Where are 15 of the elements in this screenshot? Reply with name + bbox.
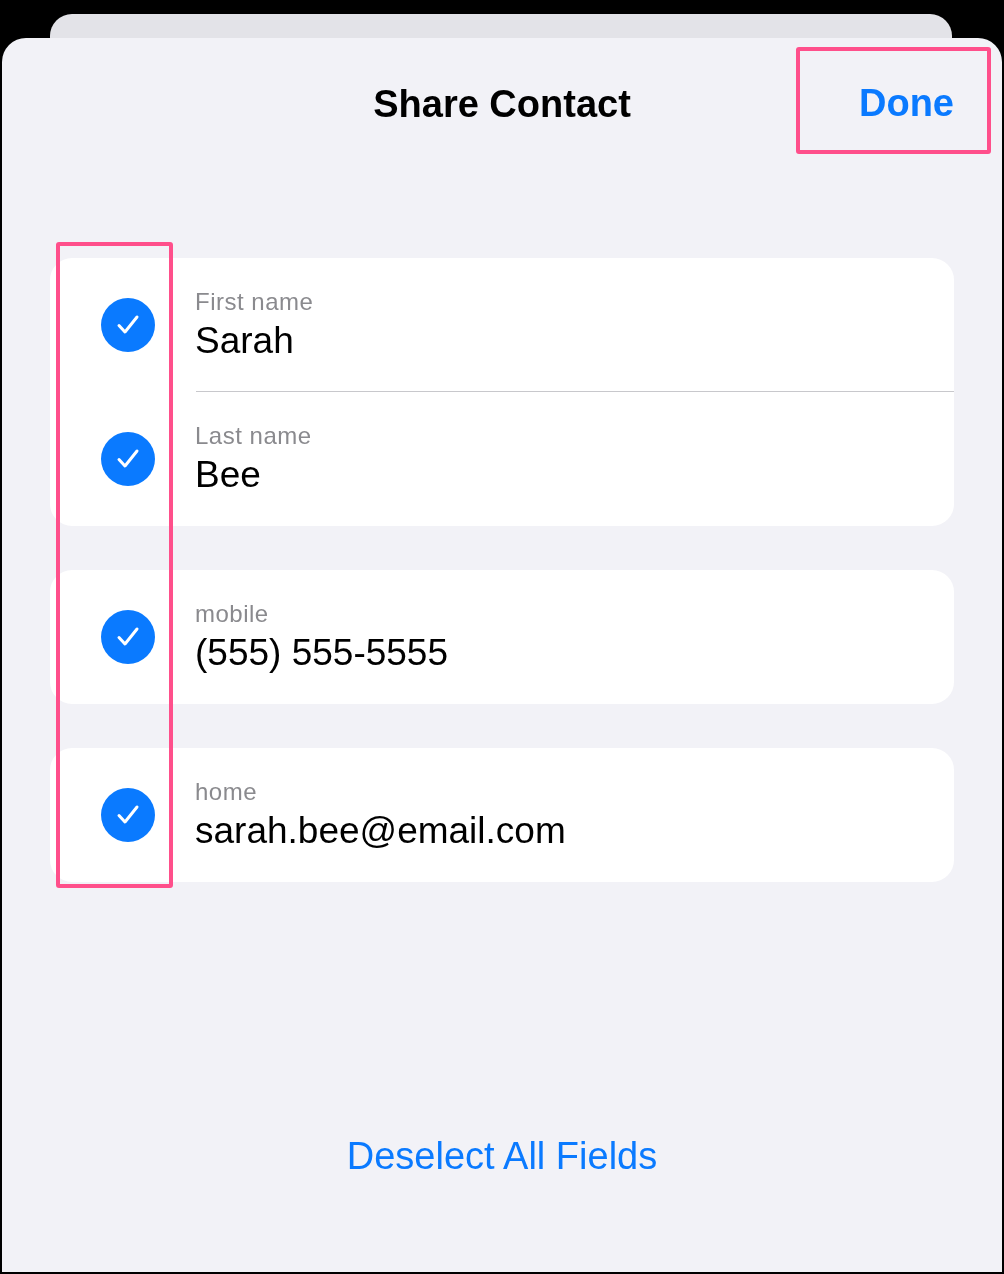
field-label: mobile bbox=[195, 600, 270, 628]
checkbox[interactable] bbox=[101, 298, 155, 352]
field-value: Bee bbox=[195, 454, 262, 496]
field-value: (555) 555-5555 bbox=[195, 632, 449, 674]
sheet-title: Share Contact bbox=[373, 82, 631, 126]
deselect-all-link[interactable]: Deselect All Fields bbox=[346, 1132, 658, 1180]
done-button[interactable]: Done bbox=[859, 82, 954, 125]
field-value: Sarah bbox=[195, 320, 295, 362]
checkbox[interactable] bbox=[101, 788, 155, 842]
field-label: Last name bbox=[195, 422, 312, 450]
field-label: home bbox=[195, 778, 259, 806]
field-value: sarah.bee@email.com bbox=[195, 810, 566, 852]
checkbox[interactable] bbox=[101, 432, 155, 486]
checkbox[interactable] bbox=[101, 610, 155, 664]
field-label: First name bbox=[195, 288, 314, 316]
